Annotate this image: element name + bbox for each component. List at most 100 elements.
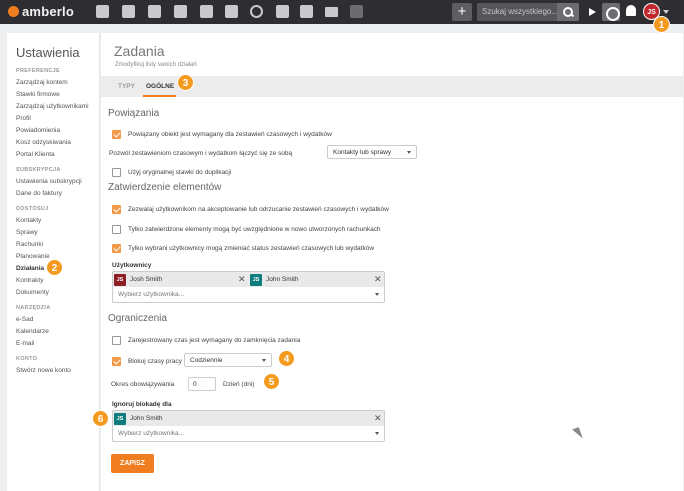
global-search[interactable]: Szukaj wszystkiego...: [477, 3, 579, 21]
step-badge-6: 6: [92, 410, 109, 427]
required-object-label: Powiązany obiekt jest wymagany dla zesta…: [128, 131, 332, 138]
save-button[interactable]: ZAPISZ: [111, 454, 154, 473]
search-input[interactable]: Szukaj wszystkiego...: [482, 7, 558, 16]
original-rate-checkbox[interactable]: [112, 168, 121, 177]
required-object-row[interactable]: Powiązany obiekt jest wymagany dla zesta…: [112, 130, 332, 139]
sidebar-item-calendars[interactable]: Kalendarze: [16, 328, 49, 335]
page-subtitle: Zmodyfikuj listy swoich działań: [115, 62, 197, 68]
selected-users-label: Tylko wybrani użytkownicy mogą zmieniać …: [128, 245, 375, 252]
sidebar-item-bills[interactable]: Rachunki: [16, 241, 43, 248]
sidebar-item-activities[interactable]: Działania: [16, 265, 44, 272]
step-badge-4: 4: [278, 350, 295, 367]
block-time-label: Blokuj czasy pracy: [128, 358, 182, 365]
join-label: Pozwól zestawieniom czasowym i wydatkom …: [109, 150, 293, 157]
allow-approval-label: Zezwalaj użytkownikom na akceptowanie lu…: [128, 206, 389, 213]
remove-user-icon[interactable]: ✕: [374, 412, 382, 424]
dashboard-icon[interactable]: [96, 5, 109, 18]
block-time-checkbox[interactable]: [112, 357, 121, 366]
period-unit: Dzień (dni): [223, 381, 255, 388]
sidebar-section-tools: NARZĘDZIA: [16, 305, 51, 311]
user-tag-name: Josh Smith: [130, 276, 163, 283]
sidebar-item-invoice-data[interactable]: Dane do faktury: [16, 190, 62, 197]
top-bar: amberlo + Szukaj wszystkiego... JS: [0, 0, 684, 24]
user-avatar: JS: [114, 273, 126, 286]
original-rate-row[interactable]: Użyj oryginalnej stawki do duplikacji: [112, 168, 231, 177]
step-badge-2: 2: [46, 259, 63, 276]
ignore-select-input[interactable]: Wybierz użytkownika...: [113, 426, 384, 441]
sidebar-item-account[interactable]: Zarządzaj kontem: [16, 79, 68, 86]
calendar-icon[interactable]: [225, 5, 238, 18]
user-avatar: JS: [250, 273, 262, 286]
limits-section-title: Ograniczenia: [108, 313, 167, 324]
sidebar-item-contracts[interactable]: Kontrakty: [16, 277, 43, 284]
allow-approval-row[interactable]: Zezwalaj użytkownikom na akceptowanie lu…: [112, 205, 389, 214]
logo[interactable]: amberlo: [8, 4, 74, 19]
sidebar-section-customize: DOSTOSUJ: [16, 206, 49, 212]
registered-time-checkbox[interactable]: [112, 336, 121, 345]
required-object-checkbox[interactable]: [112, 130, 121, 139]
period-input[interactable]: 0: [188, 377, 216, 391]
user-tag: JS John Smith: [250, 273, 299, 286]
sidebar-item-cases[interactable]: Sprawy: [16, 229, 38, 236]
bell-icon[interactable]: [626, 5, 636, 16]
user-tag: JS John Smith: [114, 412, 163, 425]
selected-users-tags: JS Josh Smith ✕ JS John Smith ✕: [113, 272, 384, 287]
user-tag-name: John Smith: [266, 276, 299, 283]
sidebar-item-subscription[interactable]: Ustawienia subskrypcji: [16, 178, 82, 185]
remove-user-icon[interactable]: ✕: [374, 273, 382, 285]
block-frequency-select[interactable]: Codziennie: [184, 353, 272, 367]
selected-users-row[interactable]: Tylko wybrani użytkownicy mogą zmieniać …: [112, 244, 374, 253]
step-badge-1: 1: [653, 16, 670, 33]
step-badge-5: 5: [263, 373, 280, 390]
sidebar-section-account: KONTO: [16, 356, 38, 362]
approval-users-select[interactable]: JS Josh Smith ✕ JS John Smith ✕ Wybierz …: [112, 271, 385, 303]
contacts-icon[interactable]: [122, 5, 135, 18]
sidebar-item-new-account[interactable]: Stwórz nowe konto: [16, 367, 71, 374]
play-icon[interactable]: [584, 3, 600, 21]
sidebar-item-contacts[interactable]: Kontakty: [16, 217, 41, 224]
sidebar-item-client-portal[interactable]: Portal Klienta: [16, 151, 55, 158]
invoice-icon[interactable]: [174, 5, 187, 18]
selected-users-checkbox[interactable]: [112, 244, 121, 253]
reports-icon[interactable]: [350, 5, 363, 18]
sidebar-section-subscription: SUBSKRYPCJA: [16, 167, 61, 173]
tab-general[interactable]: OGÓLNE: [146, 83, 174, 90]
ignore-users-select[interactable]: JS John Smith ✕ Wybierz użytkownika...: [112, 410, 385, 442]
sidebar-item-planning[interactable]: Planowanie: [16, 253, 50, 260]
sidebar-item-recycle-bin[interactable]: Kosz odzyskiwania: [16, 139, 71, 146]
sidebar-item-rates[interactable]: Stawki firmowe: [16, 91, 60, 98]
court-icon[interactable]: [200, 5, 213, 18]
sidebar-item-notifications[interactable]: Powiadomienia: [16, 127, 60, 134]
logo-mark-icon: [8, 6, 19, 17]
briefcase-icon[interactable]: [148, 5, 161, 18]
logo-text: amberlo: [22, 4, 74, 19]
tab-types[interactable]: TYPY: [118, 83, 135, 90]
join-select[interactable]: Kontakty lub sprawy: [327, 145, 417, 159]
documents-icon[interactable]: [300, 5, 313, 18]
remove-user-icon[interactable]: ✕: [238, 273, 246, 285]
sidebar-item-documents[interactable]: Dokumenty: [16, 289, 49, 296]
sidebar-item-e-court[interactable]: e-Sad: [16, 316, 33, 323]
user-avatar: JS: [114, 412, 126, 425]
search-icon[interactable]: [557, 3, 579, 21]
step-badge-3: 3: [177, 74, 194, 91]
original-rate-label: Użyj oryginalnej stawki do duplikacji: [128, 169, 232, 176]
add-button[interactable]: +: [452, 3, 472, 21]
registered-time-row[interactable]: Zarejestrowany czas jest wymagany do zam…: [112, 336, 300, 345]
sidebar-section-preferences: PREFERENCJE: [16, 68, 60, 74]
chevron-down-icon[interactable]: [663, 10, 669, 14]
folder-icon[interactable]: [276, 5, 289, 18]
timer-icon[interactable]: [602, 3, 620, 21]
history-icon[interactable]: [250, 5, 263, 18]
only-approved-row[interactable]: Tylko zatwierdzone elementy mogą być uwz…: [112, 225, 381, 234]
users-select-input[interactable]: Wybierz użytkownika...: [113, 287, 384, 302]
links-section-title: Powiązania: [108, 108, 160, 119]
sidebar-item-email[interactable]: E-mail: [16, 340, 34, 347]
block-time-row[interactable]: Blokuj czasy pracy: [112, 357, 182, 366]
sidebar-title: Ustawienia: [16, 45, 80, 60]
only-approved-checkbox[interactable]: [112, 225, 121, 234]
mail-icon[interactable]: [325, 7, 338, 17]
sidebar-item-users[interactable]: Zarządzaj użytkownikami: [16, 103, 89, 110]
allow-approval-checkbox[interactable]: [112, 205, 121, 214]
sidebar-item-profile[interactable]: Profil: [16, 115, 31, 122]
